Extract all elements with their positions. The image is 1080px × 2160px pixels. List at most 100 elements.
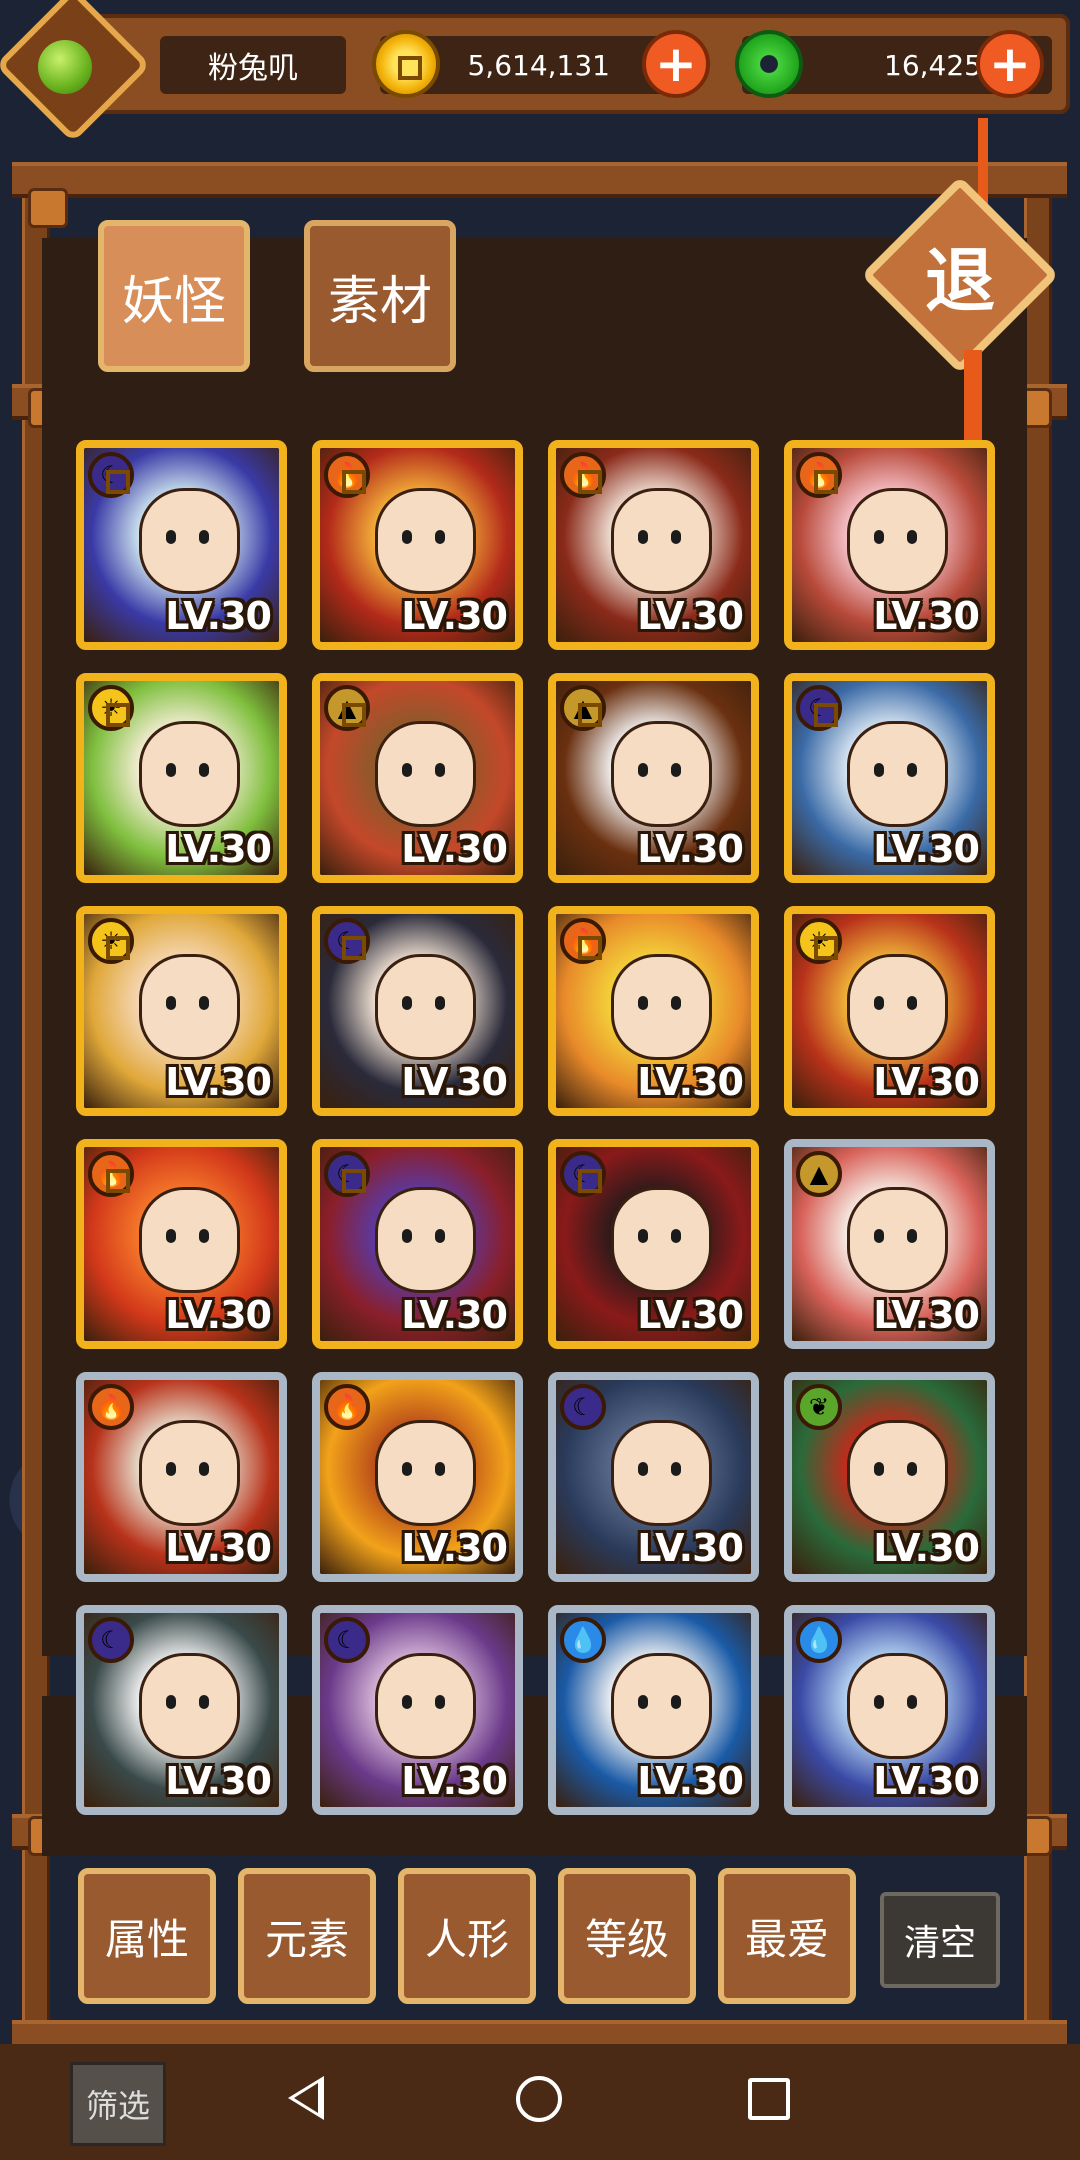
monster-eye <box>402 996 412 1010</box>
monster-eye <box>402 1462 412 1476</box>
filter-element-button[interactable]: 元素 <box>238 1868 376 2004</box>
monster-card[interactable]: ☾ LV.30 <box>76 440 287 650</box>
monster-face <box>611 488 712 594</box>
tab-materials[interactable]: 素材 <box>304 220 456 372</box>
monster-level: LV.30 <box>873 827 980 871</box>
monster-level: LV.30 <box>401 594 508 638</box>
fire-element-icon: 🔥 <box>88 1151 134 1197</box>
monster-eye <box>166 1229 176 1243</box>
tab-monsters[interactable]: 妖怪 <box>98 220 250 372</box>
player-avatar-icon <box>38 40 92 94</box>
monster-eye <box>874 1462 884 1476</box>
monster-card[interactable]: ☾ LV.30 <box>76 1605 287 1815</box>
monster-face <box>375 1420 476 1526</box>
leaf-element-icon: ❦ <box>796 1384 842 1430</box>
monster-card[interactable]: ▲ LV.30 <box>548 673 759 883</box>
monster-card[interactable]: ☾ LV.30 <box>312 1605 523 1815</box>
monster-card[interactable]: ❦ LV.30 <box>784 1372 995 1582</box>
monster-card[interactable]: ☾ LV.30 <box>548 1372 759 1582</box>
monster-card[interactable]: ▲ LV.30 <box>312 673 523 883</box>
monster-level: LV.30 <box>637 1526 744 1570</box>
monster-eye <box>199 1229 209 1243</box>
clear-button[interactable]: 清空 <box>880 1892 1000 1988</box>
monster-card[interactable]: ☾ LV.30 <box>312 1139 523 1349</box>
sun-element-icon: ☀ <box>88 918 134 964</box>
monster-level: LV.30 <box>637 594 744 638</box>
monster-level: LV.30 <box>401 1759 508 1803</box>
monster-eye <box>435 530 445 544</box>
monster-eye <box>874 530 884 544</box>
add-gold-button[interactable]: + <box>642 30 710 98</box>
monster-eye <box>199 996 209 1010</box>
monster-card[interactable]: 🔥 LV.30 <box>76 1139 287 1349</box>
fire-element-icon: 🔥 <box>560 452 606 498</box>
monster-eye <box>199 763 209 777</box>
monster-card[interactable]: 🔥 LV.30 <box>312 440 523 650</box>
monster-face <box>375 721 476 827</box>
monster-face <box>847 721 948 827</box>
moon-element-icon: ☾ <box>560 1151 606 1197</box>
monster-card[interactable]: 🔥 LV.30 <box>548 440 759 650</box>
monster-eye <box>638 530 648 544</box>
filter-toggle-tab[interactable]: 筛选 <box>70 2062 166 2146</box>
sun-element-icon: ☀ <box>796 918 842 964</box>
monster-card[interactable]: ☾ LV.30 <box>548 1139 759 1349</box>
monster-face <box>375 954 476 1060</box>
monster-level: LV.30 <box>401 1526 508 1570</box>
monster-eye <box>907 763 917 777</box>
recent-apps-icon[interactable] <box>748 2078 790 2120</box>
monster-eye <box>638 1695 648 1709</box>
monster-level: LV.30 <box>873 594 980 638</box>
monster-card[interactable]: ☾ LV.30 <box>312 906 523 1116</box>
monster-card[interactable]: ☾ LV.30 <box>784 673 995 883</box>
moon-element-icon: ☾ <box>324 1617 370 1663</box>
filter-favorite-button[interactable]: 最爱 <box>718 1868 856 2004</box>
monster-eye <box>671 1229 681 1243</box>
monster-eye <box>166 763 176 777</box>
exit-label[interactable]: 退 <box>890 205 1030 345</box>
monster-eye <box>638 763 648 777</box>
monster-level: LV.30 <box>165 1060 272 1104</box>
monster-level: LV.30 <box>637 1293 744 1337</box>
monster-eye <box>435 996 445 1010</box>
monster-eye <box>199 1462 209 1476</box>
monster-card[interactable]: ☀ LV.30 <box>76 906 287 1116</box>
add-jade-button[interactable]: + <box>976 30 1044 98</box>
moon-element-icon: ☾ <box>560 1384 606 1430</box>
monster-card[interactable]: 💧 LV.30 <box>548 1605 759 1815</box>
monster-eye <box>671 530 681 544</box>
monster-card[interactable]: 🔥 LV.30 <box>312 1372 523 1582</box>
monster-eye <box>166 1695 176 1709</box>
monster-level: LV.30 <box>873 1293 980 1337</box>
fire-element-icon: 🔥 <box>324 1384 370 1430</box>
monster-face <box>139 954 240 1060</box>
water-element-icon: 💧 <box>796 1617 842 1663</box>
monster-face <box>375 488 476 594</box>
home-icon[interactable] <box>516 2076 562 2122</box>
back-icon[interactable] <box>288 2076 324 2120</box>
monster-level: LV.30 <box>165 1759 272 1803</box>
monster-eye <box>874 1229 884 1243</box>
filter-humanoid-button[interactable]: 人形 <box>398 1868 536 2004</box>
fire-element-icon: 🔥 <box>560 918 606 964</box>
monster-card[interactable]: ☀ LV.30 <box>76 673 287 883</box>
earth-element-icon: ▲ <box>324 685 370 731</box>
monster-card[interactable]: 💧 LV.30 <box>784 1605 995 1815</box>
monster-card[interactable]: 🔥 LV.30 <box>548 906 759 1116</box>
filter-attribute-button[interactable]: 属性 <box>78 1868 216 2004</box>
monster-card[interactable]: 🔥 LV.30 <box>76 1372 287 1582</box>
monster-level: LV.30 <box>401 1293 508 1337</box>
monster-face <box>847 1187 948 1293</box>
monster-face <box>611 1187 712 1293</box>
monster-eye <box>435 1695 445 1709</box>
monster-card[interactable]: 🔥 LV.30 <box>784 440 995 650</box>
monster-card[interactable]: ☀ LV.30 <box>784 906 995 1116</box>
monster-eye <box>907 1462 917 1476</box>
filter-level-button[interactable]: 等级 <box>558 1868 696 2004</box>
monster-card[interactable]: ▲ LV.30 <box>784 1139 995 1349</box>
monster-level: LV.30 <box>165 1293 272 1337</box>
monster-level: LV.30 <box>873 1060 980 1104</box>
monster-eye <box>907 996 917 1010</box>
earth-element-icon: ▲ <box>560 685 606 731</box>
monster-eye <box>435 1229 445 1243</box>
